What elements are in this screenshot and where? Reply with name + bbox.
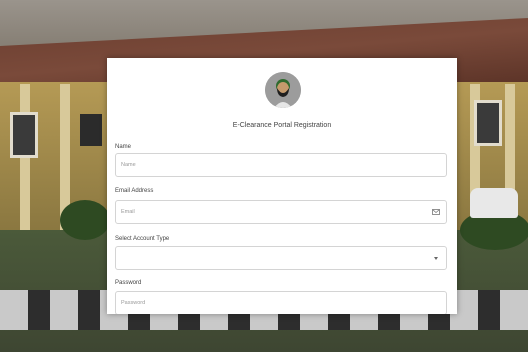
building-window [474, 100, 502, 146]
parked-car [470, 188, 518, 218]
password-placeholder: Password [121, 300, 146, 306]
building-column [20, 84, 30, 232]
email-field[interactable]: Email [115, 200, 447, 224]
password-label: Password [115, 280, 142, 286]
chevron-down-icon [434, 257, 438, 260]
registration-card: E-Clearance Portal Registration Name Nam… [107, 58, 457, 314]
account-type-label: Select Account Type [115, 236, 170, 242]
account-type-select[interactable] [115, 246, 447, 270]
avatar-logo-icon [265, 72, 301, 108]
password-field[interactable]: Password [115, 291, 447, 314]
envelope-icon [432, 209, 440, 215]
signboard [80, 114, 102, 146]
name-placeholder: Name [121, 162, 136, 168]
name-field[interactable]: Name [115, 153, 447, 177]
bush [60, 200, 110, 240]
logo [265, 72, 301, 108]
name-label: Name [115, 144, 132, 150]
building-window [10, 112, 38, 158]
email-placeholder: Email [121, 209, 135, 215]
email-label: Email Address [115, 188, 154, 194]
form-title: E-Clearance Portal Registration [232, 122, 332, 129]
